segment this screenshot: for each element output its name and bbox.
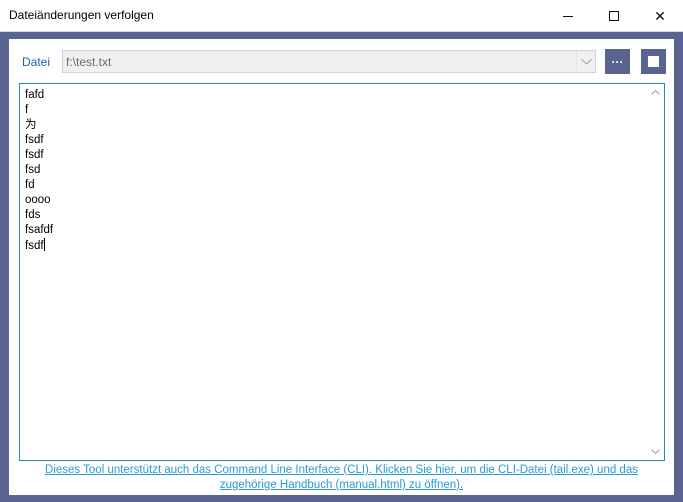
scroll-down-button[interactable] [647, 443, 664, 460]
text-line: fds [25, 209, 41, 221]
text-line: fsdf [25, 134, 44, 146]
cli-help-link-line2: zugehörige Handbuch (manual.html) zu öff… [219, 479, 464, 491]
scroll-track[interactable] [647, 101, 664, 443]
text-lines: fafd f 为 fsdf fsdf fsd fd oooo fds fsafd… [25, 88, 53, 253]
browse-button[interactable]: ··· [605, 49, 630, 74]
text-line-last: fsdf [25, 238, 53, 253]
app-window: Dateiänderungen verfolgen ✕ Datei f:\tes… [0, 0, 683, 502]
text-line: fsdf [25, 149, 44, 161]
window-title: Dateiänderungen verfolgen [9, 8, 154, 22]
text-line: fsd [25, 164, 41, 176]
text-line: 为 [25, 119, 37, 131]
text-line-text: fsdf [25, 240, 44, 252]
chevron-up-icon [651, 90, 660, 95]
text-line: fsafdf [25, 224, 54, 236]
ellipsis-icon: ··· [611, 54, 624, 69]
minimize-icon [563, 15, 573, 17]
text-line: f [25, 104, 29, 116]
minimize-button[interactable] [545, 0, 591, 32]
file-label: Datei [22, 55, 51, 69]
client-area: Datei f:\test.txt ··· fafd f 为 fsdf fsdf… [9, 39, 674, 495]
combobox-dropdown-button[interactable] [576, 51, 595, 72]
cli-help-link-line1: Dieses Tool unterstützt auch das Command… [45, 464, 638, 476]
file-path-value: f:\test.txt [66, 55, 112, 69]
file-content-textarea[interactable]: fafd f 为 fsdf fsdf fsd fd oooo fds fsafd… [19, 83, 665, 461]
vertical-scrollbar[interactable] [647, 84, 664, 460]
text-line: fd [25, 179, 35, 191]
title-bar[interactable]: Dateiänderungen verfolgen ✕ [0, 0, 683, 32]
stop-icon [648, 56, 659, 67]
maximize-icon [609, 11, 619, 21]
text-line: oooo [25, 194, 51, 206]
close-button[interactable]: ✕ [637, 0, 683, 32]
text-caret [43, 238, 45, 251]
stop-button[interactable] [641, 49, 666, 74]
maximize-button[interactable] [591, 0, 637, 32]
file-path-combobox[interactable]: f:\test.txt [62, 50, 596, 73]
text-line: fafd [25, 89, 45, 101]
close-icon: ✕ [654, 7, 666, 24]
scroll-up-button[interactable] [647, 84, 664, 101]
chevron-down-icon [580, 58, 592, 65]
cli-help-link[interactable]: Dieses Tool unterstützt auch das Command… [9, 463, 674, 493]
chevron-down-icon [651, 449, 660, 454]
